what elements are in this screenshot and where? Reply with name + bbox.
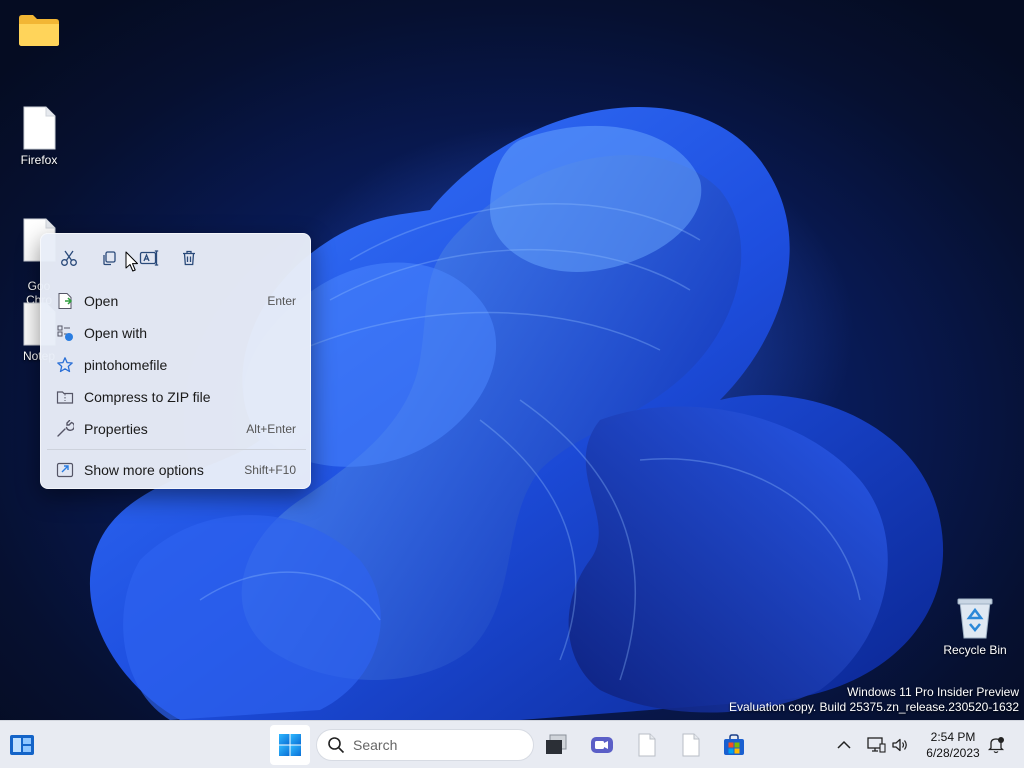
zip-folder-icon: [55, 387, 75, 407]
desktop-recycle-bin[interactable]: Recycle Bin: [937, 596, 1013, 657]
menu-item-label: Properties: [84, 421, 148, 437]
clock-time: 2:54 PM: [930, 730, 976, 744]
menu-item-label: Show more options: [84, 462, 204, 478]
volume-icon: [892, 738, 907, 752]
widgets-icon: [10, 735, 34, 755]
notification-icon: [987, 737, 1005, 754]
menu-item-shortcut: Shift+F10: [244, 463, 296, 477]
desktop-file-firefox[interactable]: Firefox: [1, 106, 77, 167]
cut-icon: [61, 250, 77, 266]
mouse-cursor-icon: [125, 251, 138, 272]
menu-item-label: Open with: [84, 325, 148, 341]
network-button[interactable]: [866, 735, 886, 755]
star-icon: [55, 355, 75, 375]
menu-item-open[interactable]: Open Enter: [47, 286, 306, 316]
clock[interactable]: 2:54 PM 6/28/2023: [916, 729, 990, 761]
delete-button[interactable]: [169, 244, 209, 272]
search-icon: [327, 736, 345, 754]
meet-icon: [591, 737, 613, 753]
open-with-icon: [55, 323, 75, 343]
clock-date: 6/28/2023: [926, 746, 980, 760]
menu-item-shortcut: Alt+Enter: [246, 422, 296, 436]
start-icon: [279, 734, 301, 756]
file-icon: [638, 733, 656, 757]
file-icon: [682, 733, 700, 757]
evaluation-watermark: Windows 11 Pro Insider Preview Evaluatio…: [729, 685, 1019, 715]
desktop[interactable]: Firefox Goo Chro Notep Recycle Bin Open …: [0, 0, 1024, 720]
delete-icon: [183, 250, 195, 266]
store-icon: [724, 734, 744, 755]
menu-item-show-more-options[interactable]: Show more options Shift+F10: [47, 455, 306, 485]
menu-item-pintohomefile[interactable]: pintohomefile: [47, 350, 306, 380]
menu-item-compress-zip[interactable]: Compress to ZIP file: [47, 382, 306, 412]
search-placeholder: Search: [353, 737, 398, 753]
task-view-icon: [546, 734, 567, 754]
file-icon: [23, 106, 56, 150]
copy-button[interactable]: [89, 244, 129, 272]
rename-icon: [139, 250, 159, 266]
watermark-line2: Evaluation copy. Build 25375.zn_release.…: [729, 700, 1019, 714]
widgets-button[interactable]: [2, 725, 42, 765]
taskbar: Search 2:54 PM 6/28/2023: [0, 720, 1024, 768]
open-file-icon: [55, 291, 75, 311]
desktop-folder[interactable]: [1, 12, 77, 51]
chevron-up-icon: [837, 740, 851, 749]
folder-icon: [19, 15, 59, 46]
start-button[interactable]: [270, 725, 310, 765]
watermark-line1: Windows 11 Pro Insider Preview: [847, 685, 1019, 699]
task-view-button[interactable]: [536, 725, 576, 765]
taskbar-file-1[interactable]: [627, 725, 667, 765]
wrench-icon: [55, 419, 75, 439]
taskbar-file-2[interactable]: [671, 725, 711, 765]
meet-button[interactable]: [582, 725, 622, 765]
menu-item-label: Open: [84, 293, 119, 309]
menu-item-open-with[interactable]: Open with: [47, 318, 306, 348]
menu-item-label: pintohomefile: [84, 357, 168, 373]
recycle-bin-label: Recycle Bin: [943, 643, 1007, 657]
context-menu: Open Enter Open with pintohomefile Compr…: [40, 233, 311, 489]
cut-button[interactable]: [49, 244, 89, 272]
notification-button[interactable]: [986, 735, 1006, 755]
taskbar-search[interactable]: Search: [316, 729, 534, 761]
store-button[interactable]: [714, 725, 754, 765]
network-icon: [867, 737, 886, 753]
desktop-file-label: Firefox: [20, 153, 58, 167]
menu-item-label: Compress to ZIP file: [84, 389, 211, 405]
copy-icon: [103, 251, 116, 266]
more-options-icon: [55, 460, 75, 480]
menu-item-shortcut: Enter: [267, 294, 296, 308]
menu-separator: [47, 449, 306, 450]
volume-button[interactable]: [890, 735, 910, 755]
show-hidden-icons-button[interactable]: [834, 735, 854, 755]
menu-item-properties[interactable]: Properties Alt+Enter: [47, 414, 306, 444]
recycle-bin-icon: [957, 598, 993, 639]
